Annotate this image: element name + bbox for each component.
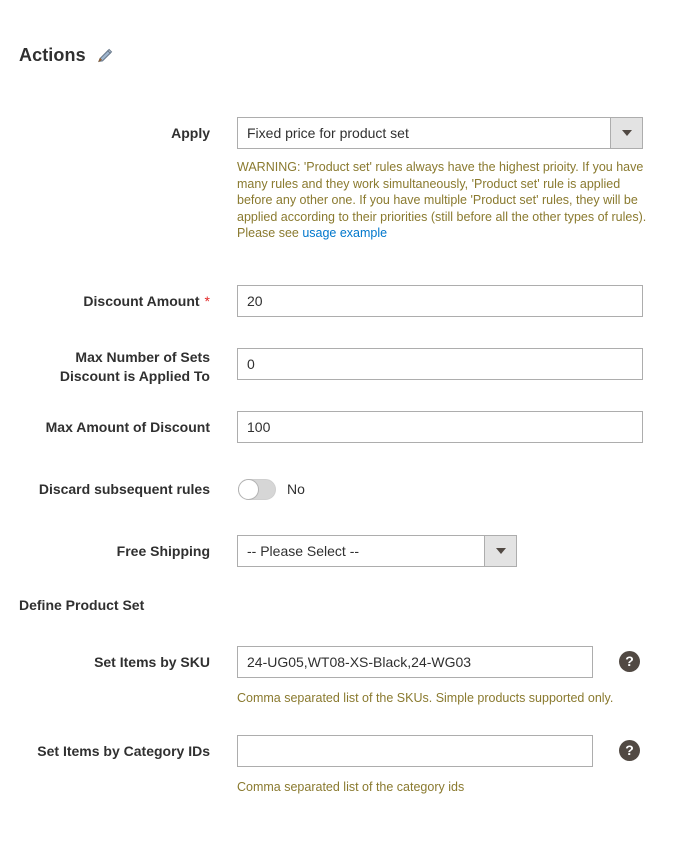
field-row-discard-subsequent-rules: Discard subsequent rules No: [0, 479, 685, 501]
section-header-actions: Actions: [19, 45, 113, 66]
required-asterisk: *: [205, 293, 210, 309]
hint-set-items-by-sku: Comma separated list of the SKUs. Simple…: [237, 690, 613, 706]
label-set-items-by-category-ids: Set Items by Category IDs: [0, 742, 210, 761]
max-number-of-sets-input[interactable]: [237, 348, 643, 380]
label-discard-subsequent-rules: Discard subsequent rules: [0, 480, 210, 499]
field-row-apply: Apply Fixed price for product set: [0, 117, 685, 149]
label-max-number-of-sets-line1: Max Number of Sets: [75, 349, 210, 365]
chevron-down-icon[interactable]: [610, 118, 642, 148]
apply-warning-note: WARNING: 'Product set' rules always have…: [237, 159, 647, 242]
label-max-number-of-sets: Max Number of Sets Discount is Applied T…: [0, 348, 210, 386]
field-row-set-items-by-sku: Set Items by SKU ?: [0, 646, 685, 678]
field-row-free-shipping: Free Shipping -- Please Select --: [0, 535, 685, 567]
label-max-number-of-sets-line2: Discount is Applied To: [60, 368, 210, 384]
label-max-amount-of-discount: Max Amount of Discount: [0, 418, 210, 437]
label-discount-amount-text: Discount Amount: [83, 293, 199, 309]
discount-amount-input[interactable]: [237, 285, 643, 317]
label-free-shipping: Free Shipping: [0, 542, 210, 561]
actions-form-page: Actions Apply Fixed price for product se…: [0, 0, 685, 845]
set-items-by-sku-input[interactable]: [237, 646, 593, 678]
apply-warning-text: WARNING: 'Product set' rules always have…: [237, 160, 646, 224]
label-set-items-by-sku: Set Items by SKU: [0, 653, 210, 672]
help-icon[interactable]: ?: [619, 740, 640, 761]
page-title: Actions: [19, 45, 86, 66]
toggle-knob: [238, 479, 259, 500]
section-header-define-product-set: Define Product Set: [19, 597, 144, 613]
max-amount-of-discount-input[interactable]: [237, 411, 643, 443]
apply-select-value: Fixed price for product set: [238, 118, 610, 148]
field-row-discount-amount: Discount Amount *: [0, 285, 685, 317]
free-shipping-select-value: -- Please Select --: [238, 536, 484, 566]
discard-subsequent-rules-state: No: [287, 479, 305, 500]
label-apply: Apply: [0, 124, 210, 143]
hint-set-items-by-category-ids: Comma separated list of the category ids: [237, 779, 464, 795]
discard-subsequent-rules-toggle[interactable]: [238, 479, 276, 500]
field-row-max-number-of-sets: Max Number of Sets Discount is Applied T…: [0, 348, 685, 380]
set-items-by-category-ids-input[interactable]: [237, 735, 593, 767]
chevron-down-icon[interactable]: [484, 536, 516, 566]
apply-select[interactable]: Fixed price for product set: [237, 117, 643, 149]
pencil-icon[interactable]: [97, 48, 113, 64]
free-shipping-select[interactable]: -- Please Select --: [237, 535, 517, 567]
field-row-max-amount-of-discount: Max Amount of Discount: [0, 411, 685, 443]
apply-note-prefix: Please see: [237, 226, 302, 240]
help-icon[interactable]: ?: [619, 651, 640, 672]
usage-example-link[interactable]: usage example: [302, 226, 387, 240]
label-discount-amount: Discount Amount *: [0, 292, 210, 311]
field-row-set-items-by-category-ids: Set Items by Category IDs ?: [0, 735, 685, 767]
